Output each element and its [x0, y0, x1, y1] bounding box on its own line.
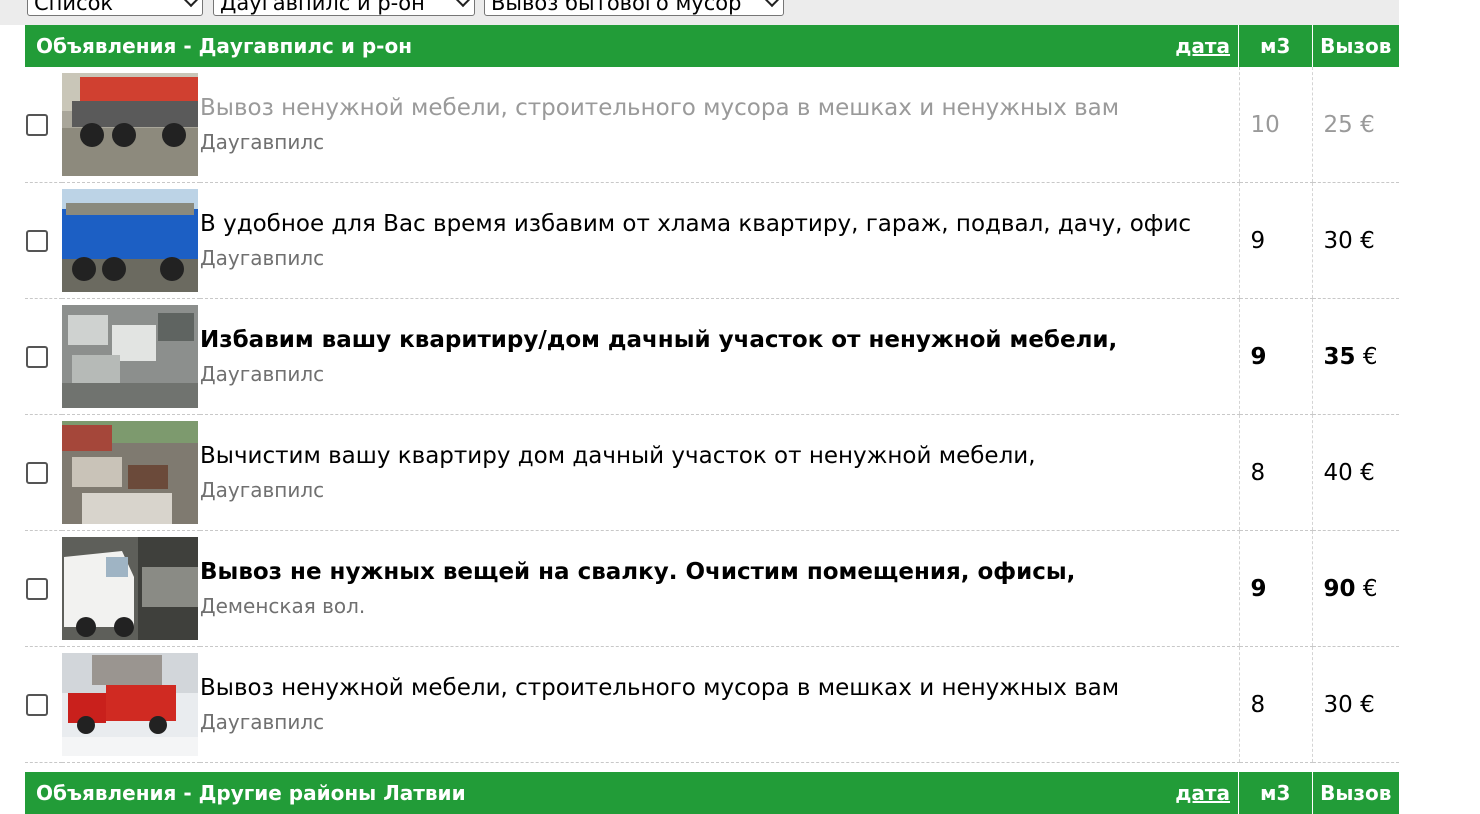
ad-price-currency: € [1360, 111, 1375, 138]
section-title: Объявления - Другие районы Латвии [36, 780, 466, 805]
ad-title[interactable]: Вывоз не нужных вещей на свалку. Очистим… [200, 557, 1239, 587]
ad-thumbnail-image[interactable] [62, 73, 198, 176]
ad-price-value: 90 [1323, 575, 1356, 602]
region-select-value: Даугавпилс и р-он [220, 0, 425, 15]
select-checkbox[interactable] [26, 113, 48, 136]
ad-row[interactable]: Избавим вашу кваритиру/дом дачный участо… [25, 298, 1400, 415]
section-title: Объявления - Даугавпилс и р-он [36, 34, 413, 58]
section-header: Объявления - Даугавпилс и р-он дата м3 В… [25, 25, 1400, 67]
select-checkbox[interactable] [26, 461, 48, 484]
column-price-header[interactable]: Вызов [1312, 25, 1400, 67]
ad-thumbnail-image[interactable] [62, 189, 198, 292]
chevron-down-icon [455, 0, 471, 8]
ad-price-currency: € [1360, 459, 1375, 486]
ad-title[interactable]: Вывоз ненужной мебели, строительного мус… [200, 93, 1239, 123]
ad-location: Даугавпилс [200, 709, 325, 734]
ad-price: 40 € [1311, 414, 1400, 531]
select-checkbox[interactable] [26, 577, 48, 600]
ad-title[interactable]: Вычистим вашу квартиру дом дачный участо… [200, 441, 1239, 471]
select-checkbox[interactable] [26, 345, 48, 368]
ad-volume: 10 [1238, 67, 1313, 183]
ad-location: Даугавпилс [200, 129, 325, 154]
ad-row[interactable]: Вычистим вашу квартиру дом дачный участо… [25, 414, 1400, 531]
ad-price-value: 30 [1323, 691, 1353, 718]
ad-volume: 9 [1238, 182, 1313, 299]
select-checkbox[interactable] [26, 229, 48, 252]
column-m3-header[interactable]: м3 [1239, 25, 1313, 67]
ad-price-currency: € [1360, 227, 1375, 254]
sort-date-link[interactable]: дата [1175, 781, 1230, 805]
column-m3-header[interactable]: м3 [1239, 771, 1313, 814]
ad-title[interactable]: Вывоз ненужной мебели, строительного мус… [200, 673, 1239, 703]
ad-price-value: 25 [1323, 111, 1353, 138]
ad-price: 30 € [1311, 182, 1400, 299]
ad-row[interactable]: Вывоз не нужных вещей на свалку. Очистим… [25, 530, 1400, 647]
ad-price: 90 € [1311, 530, 1400, 647]
ad-volume: 9 [1238, 298, 1313, 415]
ad-price-value: 30 [1323, 227, 1353, 254]
filter-bar: Список Даугавпилс и р-он Вывоз бытового … [0, 0, 1399, 25]
ad-price: 35 € [1311, 298, 1400, 415]
ad-price: 30 € [1311, 646, 1400, 763]
category-select-value: Вывоз бытового мусор [491, 0, 742, 15]
ad-price: 25 € [1311, 67, 1400, 183]
ad-price-value: 40 [1323, 459, 1353, 486]
ad-price-currency: € [1362, 575, 1378, 602]
ad-volume: 8 [1238, 414, 1313, 531]
ad-price-currency: € [1360, 691, 1375, 718]
ads-table: Объявления - Даугавпилс и р-он дата м3 В… [25, 25, 1400, 814]
ad-row[interactable]: Вывоз ненужной мебели, строительного мус… [25, 646, 1400, 763]
view-select-value: Список [34, 0, 114, 15]
view-select[interactable]: Список [27, 0, 203, 16]
sort-date-link[interactable]: дата [1175, 34, 1230, 58]
ad-thumbnail-image[interactable] [62, 305, 198, 408]
ad-location: Даугавпилс [200, 361, 325, 386]
ad-row[interactable]: В удобное для Вас время избавим от хлама… [25, 182, 1400, 299]
ad-thumbnail-image[interactable] [62, 537, 198, 640]
section-header: Объявления - Другие районы Латвии дата м… [25, 771, 1400, 814]
chevron-down-icon [183, 0, 199, 8]
ad-price-value: 35 [1323, 343, 1356, 370]
ad-location: Даугавпилс [200, 477, 325, 502]
ad-volume: 9 [1238, 530, 1313, 647]
ad-thumbnail-image[interactable] [62, 421, 198, 524]
chevron-down-icon [764, 0, 780, 8]
ad-price-currency: € [1362, 343, 1378, 370]
ad-row[interactable]: Вывоз ненужной мебели, строительного мус… [25, 67, 1400, 183]
column-price-header[interactable]: Вызов [1312, 771, 1400, 814]
ad-location: Деменская вол. [200, 593, 366, 618]
ad-volume: 8 [1238, 646, 1313, 763]
category-select[interactable]: Вывоз бытового мусор [484, 0, 784, 16]
select-checkbox[interactable] [26, 693, 48, 716]
ad-title[interactable]: В удобное для Вас время избавим от хлама… [200, 209, 1239, 239]
ad-location: Даугавпилс [200, 245, 325, 270]
ad-title[interactable]: Избавим вашу кваритиру/дом дачный участо… [200, 325, 1239, 355]
region-select[interactable]: Даугавпилс и р-он [213, 0, 475, 16]
ad-thumbnail-image[interactable] [62, 653, 198, 756]
